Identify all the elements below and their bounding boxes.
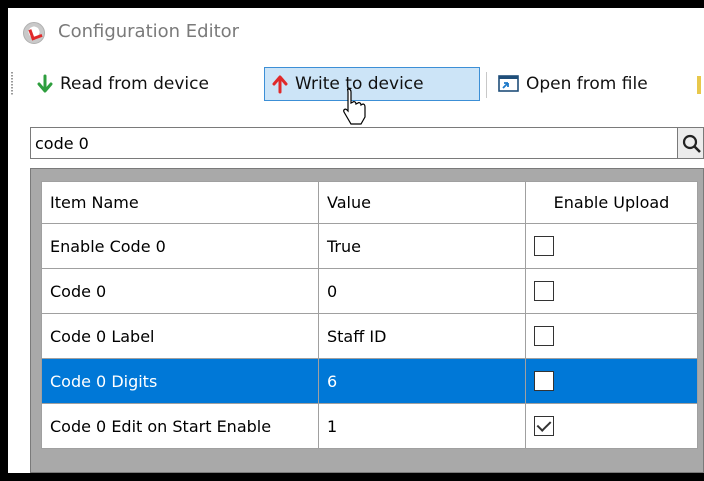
table-row[interactable]: Code 0 Label Staff ID bbox=[41, 313, 698, 359]
table-row[interactable]: Code 0 Edit on Start Enable 1 bbox=[41, 403, 698, 449]
enable-upload-cell bbox=[525, 268, 698, 314]
column-header-value[interactable]: Value bbox=[318, 181, 526, 224]
search-icon bbox=[682, 134, 701, 153]
search-button[interactable] bbox=[678, 127, 704, 159]
search-row bbox=[30, 127, 704, 159]
enable-upload-checkbox[interactable] bbox=[534, 371, 554, 392]
header-row: Item Name Value Enable Upload bbox=[41, 181, 698, 224]
column-header-item-name[interactable]: Item Name bbox=[41, 181, 319, 224]
config-table: Item Name Value Enable Upload Enable Cod… bbox=[41, 181, 698, 449]
arrow-down-icon bbox=[36, 74, 54, 94]
value-cell[interactable]: True bbox=[318, 223, 526, 269]
title-bar: Configuration Editor bbox=[8, 8, 704, 60]
configuration-editor-window: Configuration Editor Read from device Wr… bbox=[8, 8, 704, 473]
table-row[interactable]: Code 0 Digits 6 bbox=[41, 358, 698, 404]
search-input[interactable] bbox=[30, 127, 678, 159]
read-from-device-label: Read from device bbox=[60, 74, 209, 94]
enable-upload-checkbox[interactable] bbox=[534, 281, 554, 302]
open-from-file-label: Open from file bbox=[526, 74, 648, 94]
enable-upload-cell bbox=[525, 403, 698, 449]
item-name-cell[interactable]: Code 0 bbox=[41, 268, 319, 314]
value-cell[interactable]: 1 bbox=[318, 403, 526, 449]
item-name-cell[interactable]: Code 0 Label bbox=[41, 313, 319, 359]
item-name-cell[interactable]: Code 0 Digits bbox=[41, 358, 319, 404]
mouse-pointer-icon bbox=[343, 88, 366, 125]
table-row[interactable]: Enable Code 0 True bbox=[41, 223, 698, 269]
column-header-enable-upload[interactable]: Enable Upload bbox=[525, 181, 698, 224]
item-name-cell[interactable]: Enable Code 0 bbox=[41, 223, 319, 269]
toolbar-overflow-icon[interactable] bbox=[697, 76, 701, 94]
app-icon bbox=[23, 22, 45, 44]
read-from-device-button[interactable]: Read from device bbox=[30, 67, 215, 101]
config-grid: Item Name Value Enable Upload Enable Cod… bbox=[30, 168, 704, 473]
open-from-file-button[interactable]: Open from file bbox=[492, 67, 654, 101]
enable-upload-checkbox[interactable] bbox=[534, 326, 554, 347]
open-file-icon bbox=[498, 74, 520, 94]
value-cell[interactable]: 0 bbox=[318, 268, 526, 314]
toolbar-grip[interactable] bbox=[11, 72, 13, 96]
enable-upload-cell bbox=[525, 358, 698, 404]
enable-upload-cell bbox=[525, 223, 698, 269]
value-cell[interactable]: 6 bbox=[318, 358, 526, 404]
enable-upload-cell bbox=[525, 313, 698, 359]
toolbar-separator bbox=[486, 72, 487, 98]
write-to-device-button[interactable]: Write to device bbox=[264, 67, 480, 101]
arrow-up-icon bbox=[271, 74, 289, 94]
table-row[interactable]: Code 0 0 bbox=[41, 268, 698, 314]
value-cell[interactable]: Staff ID bbox=[318, 313, 526, 359]
enable-upload-checkbox[interactable] bbox=[534, 416, 554, 437]
enable-upload-checkbox[interactable] bbox=[534, 236, 554, 257]
window-title: Configuration Editor bbox=[58, 21, 240, 42]
item-name-cell[interactable]: Code 0 Edit on Start Enable bbox=[41, 403, 319, 449]
